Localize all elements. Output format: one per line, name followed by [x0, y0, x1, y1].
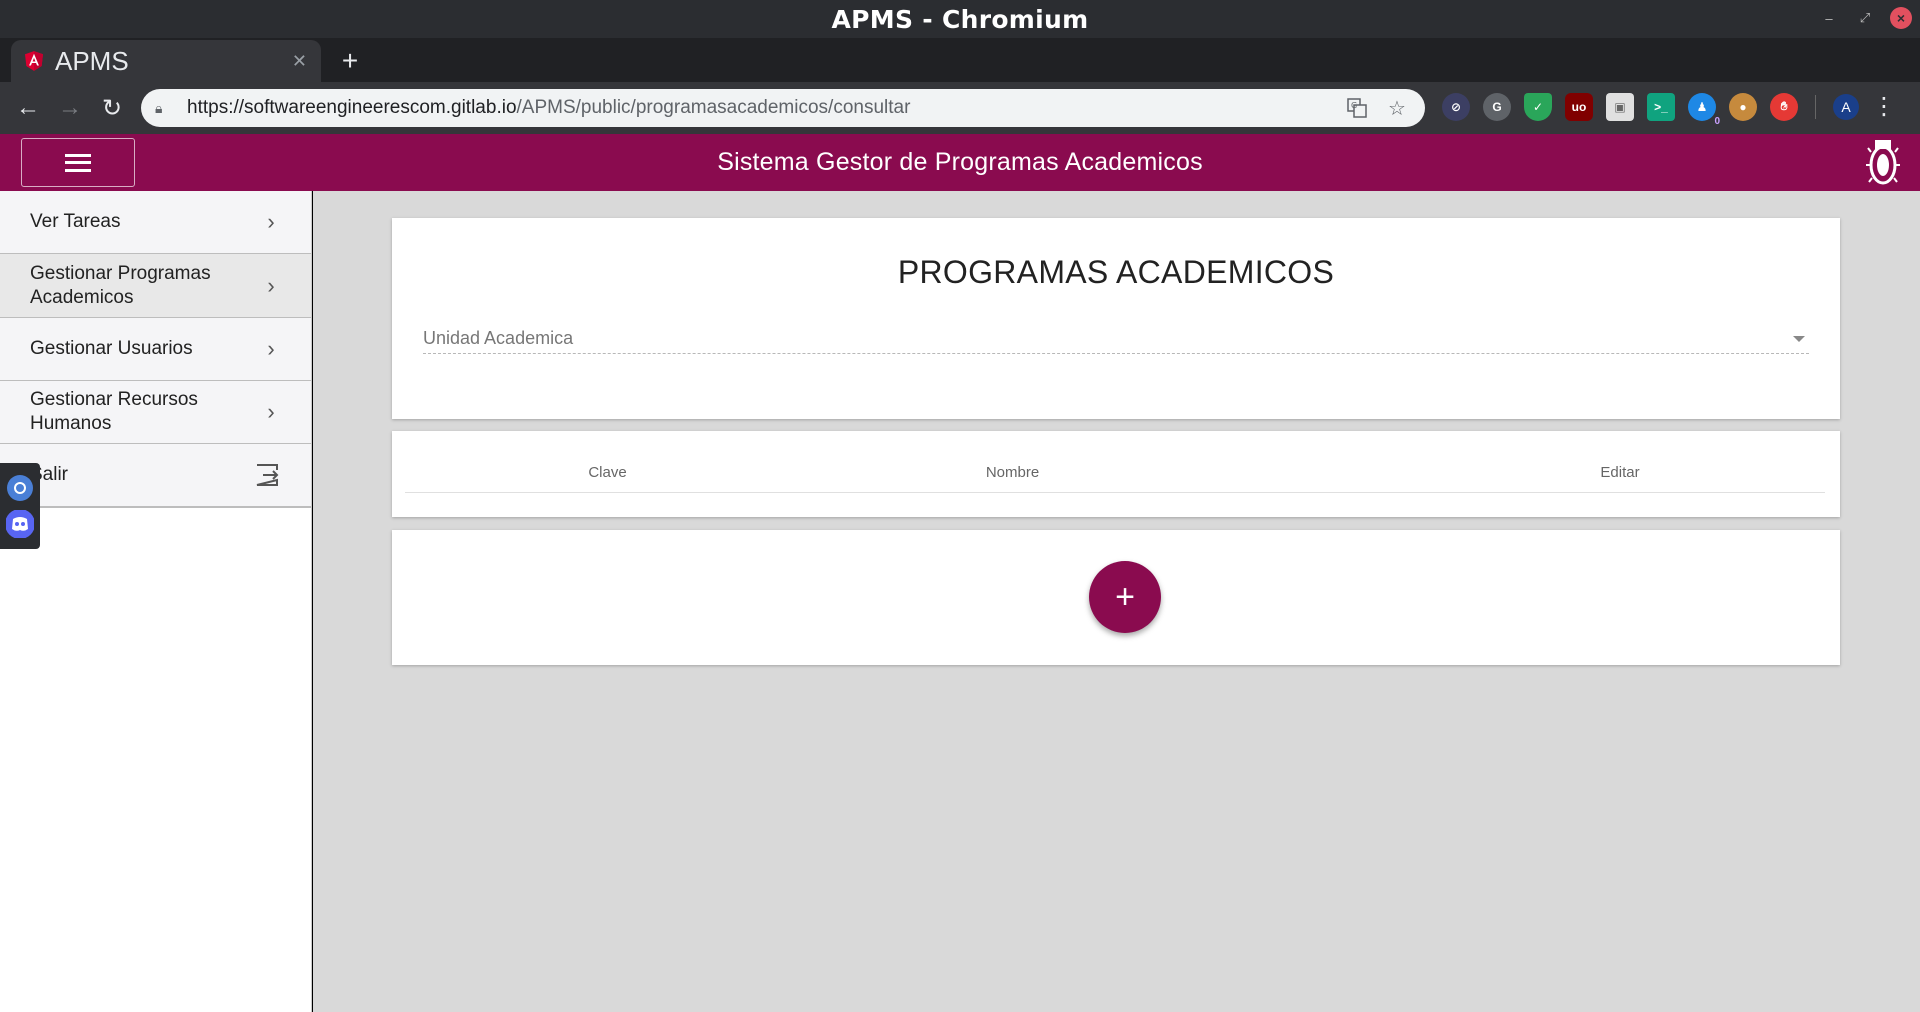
programs-table-card: Clave Nombre Editar [392, 431, 1840, 517]
svg-text:G: G [1351, 101, 1357, 110]
window-controls: – ⤢ × [1818, 7, 1912, 29]
reload-icon[interactable]: ↻ [92, 88, 132, 128]
table-header-row: Clave Nombre Editar [405, 453, 1825, 493]
add-program-button[interactable]: + [1089, 561, 1161, 633]
extension-blocker-icon[interactable]: ⊘ [1442, 92, 1470, 121]
chevron-right-icon: › [267, 336, 275, 361]
browser-menu-icon[interactable]: ⋮ [1872, 92, 1896, 121]
sidebar-item-gestionar-programas[interactable]: Gestionar Programas Academicos › [0, 254, 311, 318]
extensions-area: ⊘ G ✓ uo ▣ >_ ♟ 0 ● ✋︎ A ⋮ [1442, 92, 1896, 127]
caret-down-icon [1793, 335, 1805, 342]
minimize-icon[interactable]: – [1818, 7, 1840, 29]
window-title: APMS - Chromium [831, 4, 1089, 34]
app-header: Sistema Gestor de Programas Academicos [0, 134, 1920, 191]
column-header-clave[interactable]: Clave [405, 464, 810, 481]
toolbar-separator [1815, 94, 1816, 119]
extension-grammarly-icon[interactable]: G [1483, 92, 1511, 121]
tab-close-icon[interactable]: ✕ [292, 51, 307, 72]
extension-ublock-icon[interactable]: uo [1565, 92, 1593, 121]
back-icon[interactable]: ← [8, 88, 48, 128]
browser-tab[interactable]: APMS ✕ [11, 40, 321, 82]
lock-icon: 🔒︎ [155, 99, 163, 116]
ipn-logo-icon [1866, 140, 1900, 185]
profile-avatar[interactable]: A [1833, 93, 1859, 120]
app-title: Sistema Gestor de Programas Academicos [717, 148, 1203, 176]
main-content: PROGRAMAS ACADEMICOS Unidad Academica Cl… [313, 191, 1920, 1012]
select-placeholder: Unidad Academica [423, 328, 574, 348]
menu-toggle-button[interactable] [21, 138, 135, 187]
column-header-nombre[interactable]: Nombre [810, 464, 1215, 481]
sidebar-item-ver-tareas[interactable]: Ver Tareas › [0, 191, 311, 254]
hamburger-icon [65, 153, 91, 172]
extension-cookie-icon[interactable]: ● [1729, 92, 1757, 121]
chevron-right-icon: › [267, 272, 275, 298]
extension-shield-icon[interactable]: ✓ [1524, 92, 1552, 121]
address-bar[interactable]: 🔒︎ https://softwareengineerescom.gitlab.… [141, 89, 1425, 127]
chevron-right-icon: › [267, 209, 275, 234]
sidebar: Ver Tareas › Gestionar Programas Academi… [0, 191, 312, 1012]
chromium-icon[interactable] [5, 473, 35, 503]
extension-hand-icon[interactable]: ✋︎ [1770, 92, 1798, 121]
column-header-editar[interactable]: Editar [1215, 464, 1825, 481]
tab-title: APMS [55, 45, 129, 76]
os-title-bar: APMS - Chromium – ⤢ × [0, 0, 1920, 38]
exit-icon [256, 464, 279, 486]
close-window-icon[interactable]: × [1890, 7, 1912, 29]
bookmark-star-icon[interactable]: ☆ [1383, 94, 1411, 122]
sidebar-item-gestionar-usuarios[interactable]: Gestionar Usuarios › [0, 318, 311, 381]
page-title: PROGRAMAS ACADEMICOS [897, 254, 1335, 290]
new-tab-icon[interactable]: + [335, 45, 365, 76]
browser-toolbar: ← → ↻ 🔒︎ https://softwareengineerescom.g… [0, 82, 1920, 134]
url-text[interactable]: https://softwareengineerescom.gitlab.io/… [187, 97, 1331, 119]
tab-strip: APMS ✕ + [0, 38, 1920, 82]
filter-card: PROGRAMAS ACADEMICOS Unidad Academica [392, 218, 1840, 419]
maximize-icon[interactable]: ⤢ [1854, 7, 1876, 29]
unidad-academica-select[interactable]: Unidad Academica [423, 324, 1809, 354]
chevron-right-icon: › [267, 399, 275, 424]
add-card: + [392, 530, 1840, 665]
sidebar-item-salir[interactable]: Salir [0, 444, 311, 508]
extension-cube-icon[interactable]: ▣ [1606, 92, 1634, 121]
extension-terminal-icon[interactable]: >_ [1647, 92, 1675, 121]
angular-icon [25, 51, 43, 71]
sidebar-item-gestionar-recursos[interactable]: Gestionar Recursos Humanos › [0, 381, 311, 444]
floating-dock [0, 463, 40, 549]
extension-tampermonkey-icon[interactable]: ♟ 0 [1688, 92, 1720, 127]
forward-icon[interactable]: → [50, 88, 90, 128]
translate-icon[interactable]: G [1343, 94, 1371, 122]
discord-icon[interactable] [5, 509, 35, 539]
